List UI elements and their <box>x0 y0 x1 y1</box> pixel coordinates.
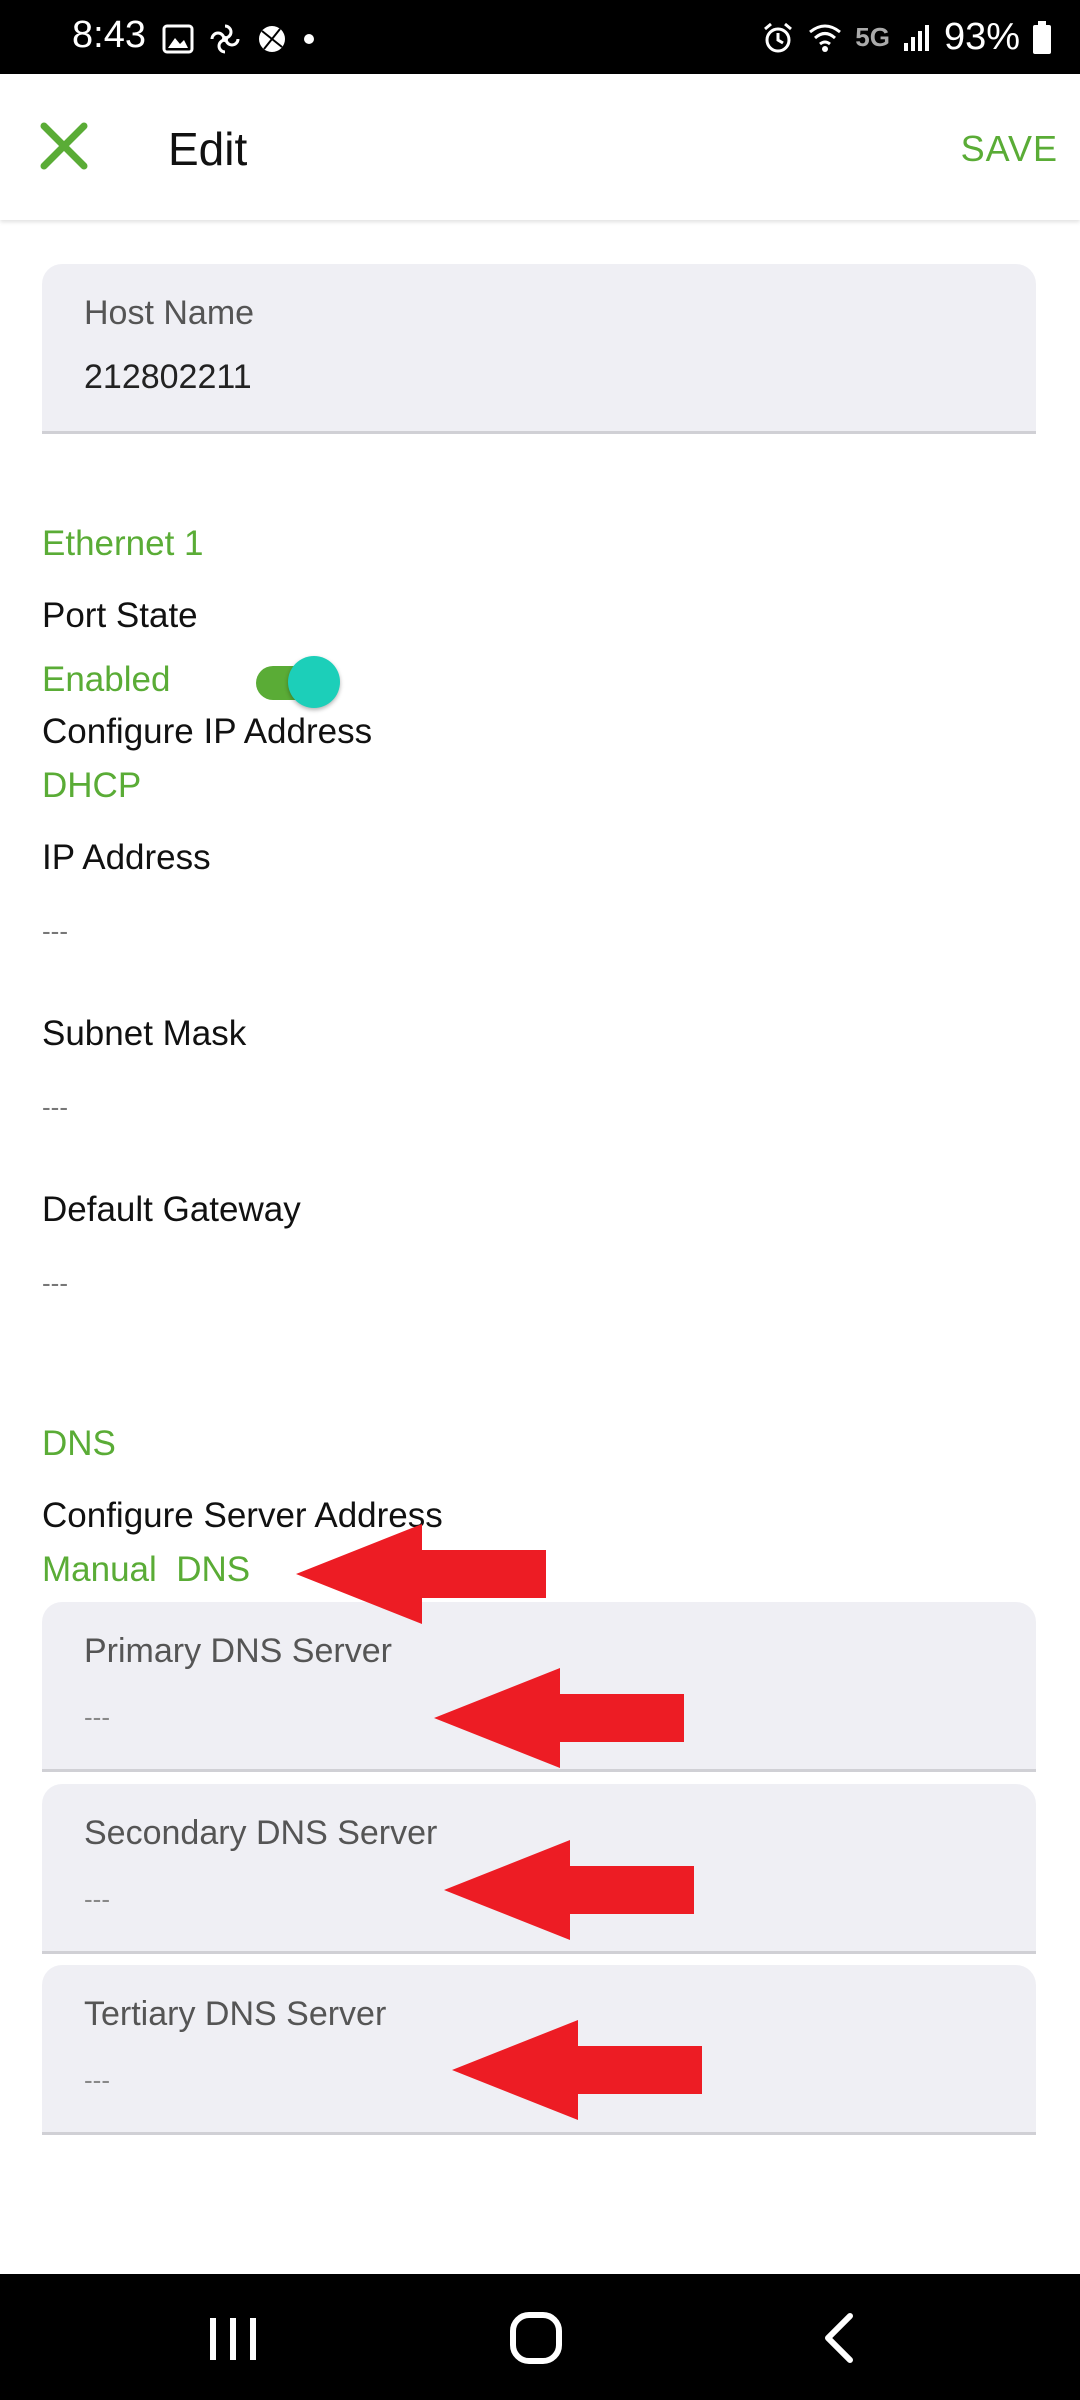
close-icon[interactable] <box>34 116 94 176</box>
system-icons: 5G 93% <box>761 16 1052 59</box>
app-bar: Edit SAVE <box>0 74 1080 220</box>
dns-section-title: DNS <box>42 1424 116 1463</box>
tertiary-dns-value: --- <box>84 2065 110 2095</box>
system-nav-bar <box>0 2274 1080 2400</box>
annotation-arrow-icon <box>444 1840 694 1940</box>
host-name-value: 212802211 <box>84 358 252 396</box>
recent-apps-icon[interactable] <box>206 2314 262 2364</box>
battery-icon <box>1033 20 1051 54</box>
annotation-arrow-icon <box>452 2020 702 2120</box>
primary-dns-label: Primary DNS Server <box>84 1632 392 1670</box>
save-button[interactable]: SAVE <box>961 128 1058 170</box>
battery-percent: 93% <box>943 16 1020 58</box>
configure-ip-value[interactable]: DHCP <box>42 766 141 806</box>
ethernet-section-title: Ethernet 1 <box>42 524 204 563</box>
host-name-label: Host Name <box>84 294 255 332</box>
gallery-icon <box>162 24 194 54</box>
port-state-toggle[interactable] <box>256 656 340 708</box>
wifi-icon <box>809 24 842 52</box>
subnet-mask-value: --- <box>42 1092 68 1122</box>
ip-address-value: --- <box>42 916 68 946</box>
notification-icons <box>162 22 316 56</box>
page-title: Edit <box>168 123 248 175</box>
alarm-icon <box>764 22 793 52</box>
status-time: 8:43 <box>72 14 146 56</box>
port-state-label: Port State <box>42 596 198 635</box>
default-gateway-value: --- <box>42 1268 68 1298</box>
configure-server-value[interactable]: Manual DNS <box>42 1550 250 1590</box>
subnet-mask-label: Subnet Mask <box>42 1014 247 1053</box>
status-bar: 8:43 5G 93% <box>0 0 1080 74</box>
home-icon[interactable] <box>508 2310 564 2366</box>
secondary-dns-label: Secondary DNS Server <box>84 1814 438 1852</box>
back-icon[interactable] <box>818 2312 862 2364</box>
signal-icon <box>903 24 929 51</box>
dot-icon <box>304 34 314 44</box>
default-gateway-label: Default Gateway <box>42 1190 301 1229</box>
configure-ip-label: Configure IP Address <box>42 712 373 751</box>
ball-icon <box>259 26 285 52</box>
host-name-field[interactable]: Host Name 212802211 <box>42 264 1036 434</box>
toggle-knob <box>288 656 340 708</box>
tertiary-dns-label: Tertiary DNS Server <box>84 1995 387 2033</box>
secondary-dns-value: --- <box>84 1884 110 1914</box>
annotation-arrow-icon <box>434 1668 684 1768</box>
network-type: 5G <box>855 22 890 52</box>
ip-address-label: IP Address <box>42 838 211 877</box>
port-state-value: Enabled <box>42 660 171 699</box>
annotation-arrow-icon <box>296 1524 546 1624</box>
pinwheel-icon <box>210 24 240 54</box>
primary-dns-value: --- <box>84 1702 110 1732</box>
